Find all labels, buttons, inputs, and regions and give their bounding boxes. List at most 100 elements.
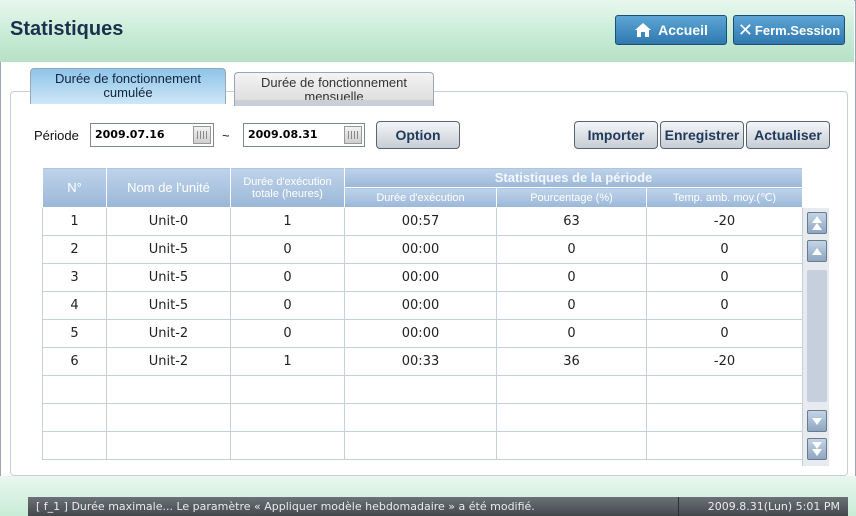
import-button[interactable]: Importer <box>574 121 658 149</box>
table-scrollbar[interactable] <box>802 208 829 466</box>
col-unit-header: Nom de l'unité <box>106 167 231 208</box>
tab-monthly-stripe <box>235 100 433 106</box>
double-up-icon-arrow2 <box>812 223 822 230</box>
title-bar: Statistiques Accueil ✕ Ferm.Session <box>0 0 854 62</box>
cell-num: 2 <box>42 235 107 264</box>
cell-total: 0 <box>230 235 345 264</box>
option-button[interactable]: Option <box>376 121 460 149</box>
start-date-value: 2009.07.16 <box>95 128 165 141</box>
down-icon[interactable] <box>807 410 827 432</box>
cell-temp <box>646 431 803 460</box>
cell-percent <box>496 431 647 460</box>
refresh-button[interactable]: Actualiser <box>746 121 830 149</box>
table-row[interactable]: 3 Unit-5 0 00:00 0 0 <box>42 263 803 292</box>
table-row[interactable]: 5 Unit-2 0 00:00 0 0 <box>42 319 803 348</box>
cell-duration <box>344 431 497 460</box>
cell-unit: Unit-5 <box>106 291 231 320</box>
double-down-icon-arrow1 <box>812 442 822 449</box>
col-total-header-line1: Durée d'exécution <box>243 175 332 188</box>
home-icon <box>635 23 652 37</box>
cell-temp: -20 <box>646 347 803 376</box>
cell-temp <box>646 403 803 432</box>
end-date-field[interactable]: 2009.08.31 <box>243 123 365 147</box>
cell-num: 4 <box>42 291 107 320</box>
cell-temp: 0 <box>646 235 803 264</box>
calendar-icon[interactable] <box>193 126 211 144</box>
tab-monthly[interactable]: Durée de fonctionnement mensuelle <box>234 72 434 106</box>
cell-percent: 36 <box>496 347 647 376</box>
cell-percent <box>496 375 647 404</box>
table-row[interactable]: 1 Unit-0 1 00:57 63 -20 <box>42 207 803 236</box>
cell-temp <box>646 375 803 404</box>
cell-total: 0 <box>230 263 345 292</box>
cell-unit: Unit-5 <box>106 235 231 264</box>
cell-unit: Unit-5 <box>106 263 231 292</box>
down-icon-arrow <box>812 418 822 425</box>
cell-temp: 0 <box>646 291 803 320</box>
cell-temp: 0 <box>646 319 803 348</box>
cell-num: 5 <box>42 319 107 348</box>
double-down-icon[interactable] <box>807 438 827 460</box>
cell-duration: 00:33 <box>344 347 497 376</box>
col-percent-header: Pourcentage (%) <box>496 187 647 208</box>
start-date-field[interactable]: 2009.07.16 <box>90 123 214 147</box>
status-datetime: 2009.8.31(Lun) 5:01 PM <box>678 497 848 516</box>
cell-percent: 0 <box>496 263 647 292</box>
cell-duration <box>344 375 497 404</box>
table-row[interactable]: 4 Unit-5 0 00:00 0 0 <box>42 291 803 320</box>
cell-unit <box>106 431 231 460</box>
status-message: [ f_1 ] Durée maximale... Le paramètre «… <box>28 497 678 516</box>
cell-duration: 00:00 <box>344 291 497 320</box>
tab-monthly-line1: Durée de fonctionnement <box>261 75 407 90</box>
table-row[interactable]: 6 Unit-2 1 00:33 36 -20 <box>42 347 803 376</box>
home-button[interactable]: Accueil <box>615 15 727 45</box>
cell-percent: 0 <box>496 235 647 264</box>
cell-percent: 0 <box>496 319 647 348</box>
cell-duration: 00:00 <box>344 263 497 292</box>
close-icon: ✕ <box>737 19 753 40</box>
up-icon[interactable] <box>807 240 827 262</box>
table-row <box>42 431 803 460</box>
cell-total <box>230 403 345 432</box>
table-row <box>42 375 803 404</box>
col-num-header: N° <box>42 167 107 208</box>
cell-duration <box>344 403 497 432</box>
cell-total: 1 <box>230 207 345 236</box>
double-up-icon-arrow1 <box>812 216 822 223</box>
tab-cumulative-line1: Durée de fonctionnement <box>55 71 201 86</box>
col-duration-header: Durée d'exécution <box>344 187 497 208</box>
logout-button[interactable]: ✕ Ferm.Session <box>733 15 845 45</box>
up-icon-arrow <box>812 248 822 255</box>
date-separator: ~ <box>222 128 230 143</box>
period-label: Période <box>34 128 79 143</box>
page-title: Statistiques <box>10 18 124 40</box>
cell-num <box>42 375 107 404</box>
save-button[interactable]: Enregistrer <box>660 121 744 149</box>
cell-num <box>42 431 107 460</box>
cell-temp: 0 <box>646 263 803 292</box>
table-row[interactable]: 2 Unit-5 0 00:00 0 0 <box>42 235 803 264</box>
double-down-icon-arrow2 <box>812 449 822 456</box>
end-date-value: 2009.08.31 <box>248 128 318 141</box>
tab-cumulative[interactable]: Durée de fonctionnement cumulée <box>30 68 226 104</box>
cell-percent <box>496 403 647 432</box>
double-up-icon[interactable] <box>807 212 827 234</box>
cell-unit <box>106 375 231 404</box>
cell-unit: Unit-2 <box>106 319 231 348</box>
cell-unit <box>106 403 231 432</box>
home-button-label: Accueil <box>658 22 708 38</box>
scrollbar-track[interactable] <box>807 270 827 402</box>
cell-percent: 0 <box>496 291 647 320</box>
col-total-header: Durée d'exécution totale (heures) <box>230 167 345 208</box>
table-row <box>42 403 803 432</box>
calendar-icon[interactable] <box>344 126 362 144</box>
cell-temp: -20 <box>646 207 803 236</box>
cell-unit: Unit-2 <box>106 347 231 376</box>
col-temp-header: Temp. amb. moy.(℃) <box>646 187 803 208</box>
cell-num: 1 <box>42 207 107 236</box>
cell-total: 1 <box>230 347 345 376</box>
cell-num: 6 <box>42 347 107 376</box>
cell-num <box>42 403 107 432</box>
cell-total <box>230 431 345 460</box>
cell-duration: 00:00 <box>344 319 497 348</box>
